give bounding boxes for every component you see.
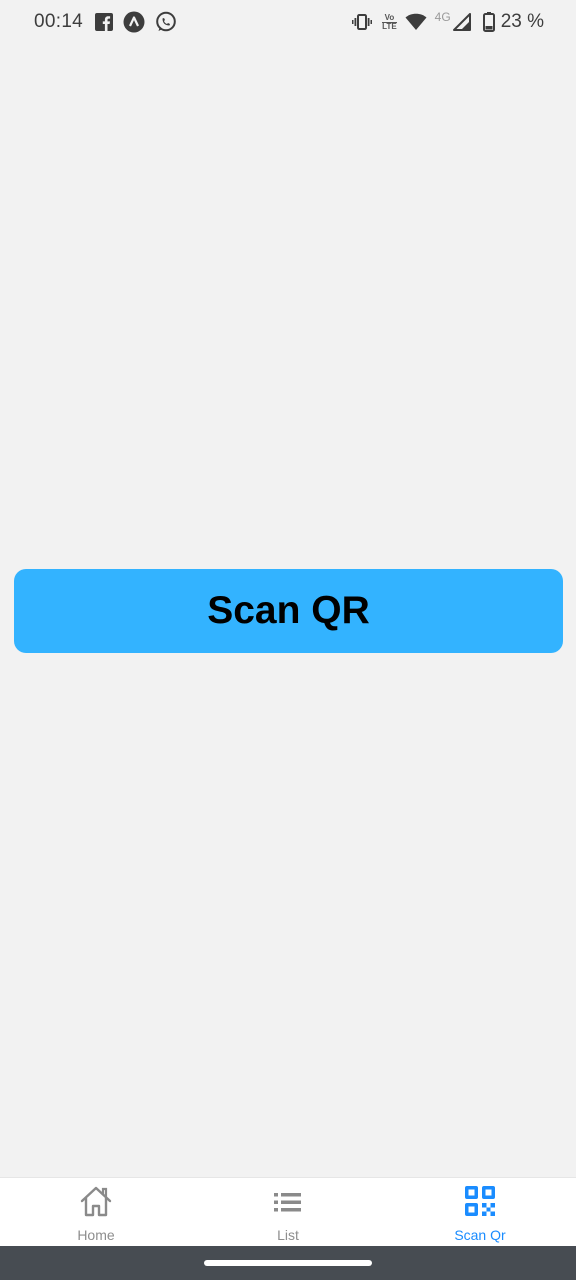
status-time: 00:14 — [34, 11, 84, 32]
volte-line2: LTE — [382, 21, 397, 31]
status-bar-right: Vo LTE 4G 23 % — [344, 10, 544, 33]
status-bar-left: 00:14 — [34, 11, 187, 33]
wifi-icon — [405, 13, 427, 31]
tab-home-label: Home — [77, 1227, 115, 1243]
system-nav-bar — [0, 1246, 576, 1280]
tab-home[interactable]: Home — [0, 1178, 192, 1247]
qr-code-icon — [463, 1186, 497, 1223]
app-icon — [123, 11, 145, 33]
status-bar: 00:14 Vo LTE 4G 23 % — [0, 0, 576, 44]
facebook-icon — [95, 13, 114, 31]
network-type: 4G — [434, 10, 451, 24]
home-icon — [79, 1186, 113, 1223]
list-icon — [271, 1186, 305, 1223]
app-screen: 00:14 Vo LTE 4G 23 % Scan QR Home List S… — [0, 0, 576, 1280]
vibrate-icon — [352, 13, 373, 31]
volte-icon: Vo LTE — [382, 12, 397, 31]
tab-scan-qr-label: Scan Qr — [454, 1227, 506, 1243]
volte-line1: Vo — [384, 12, 395, 22]
tab-list[interactable]: List — [192, 1178, 384, 1247]
tab-scan-qr[interactable]: Scan Qr — [384, 1178, 576, 1247]
whatsapp-icon — [155, 11, 177, 33]
home-gesture-handle[interactable] — [204, 1260, 372, 1266]
battery-icon — [482, 12, 495, 32]
scan-qr-button[interactable]: Scan QR — [14, 569, 563, 653]
signal-icon — [452, 13, 471, 31]
bottom-tab-bar: Home List Scan Qr — [0, 1177, 576, 1247]
battery-percent: 23 % — [500, 11, 544, 32]
tab-list-label: List — [277, 1227, 299, 1243]
